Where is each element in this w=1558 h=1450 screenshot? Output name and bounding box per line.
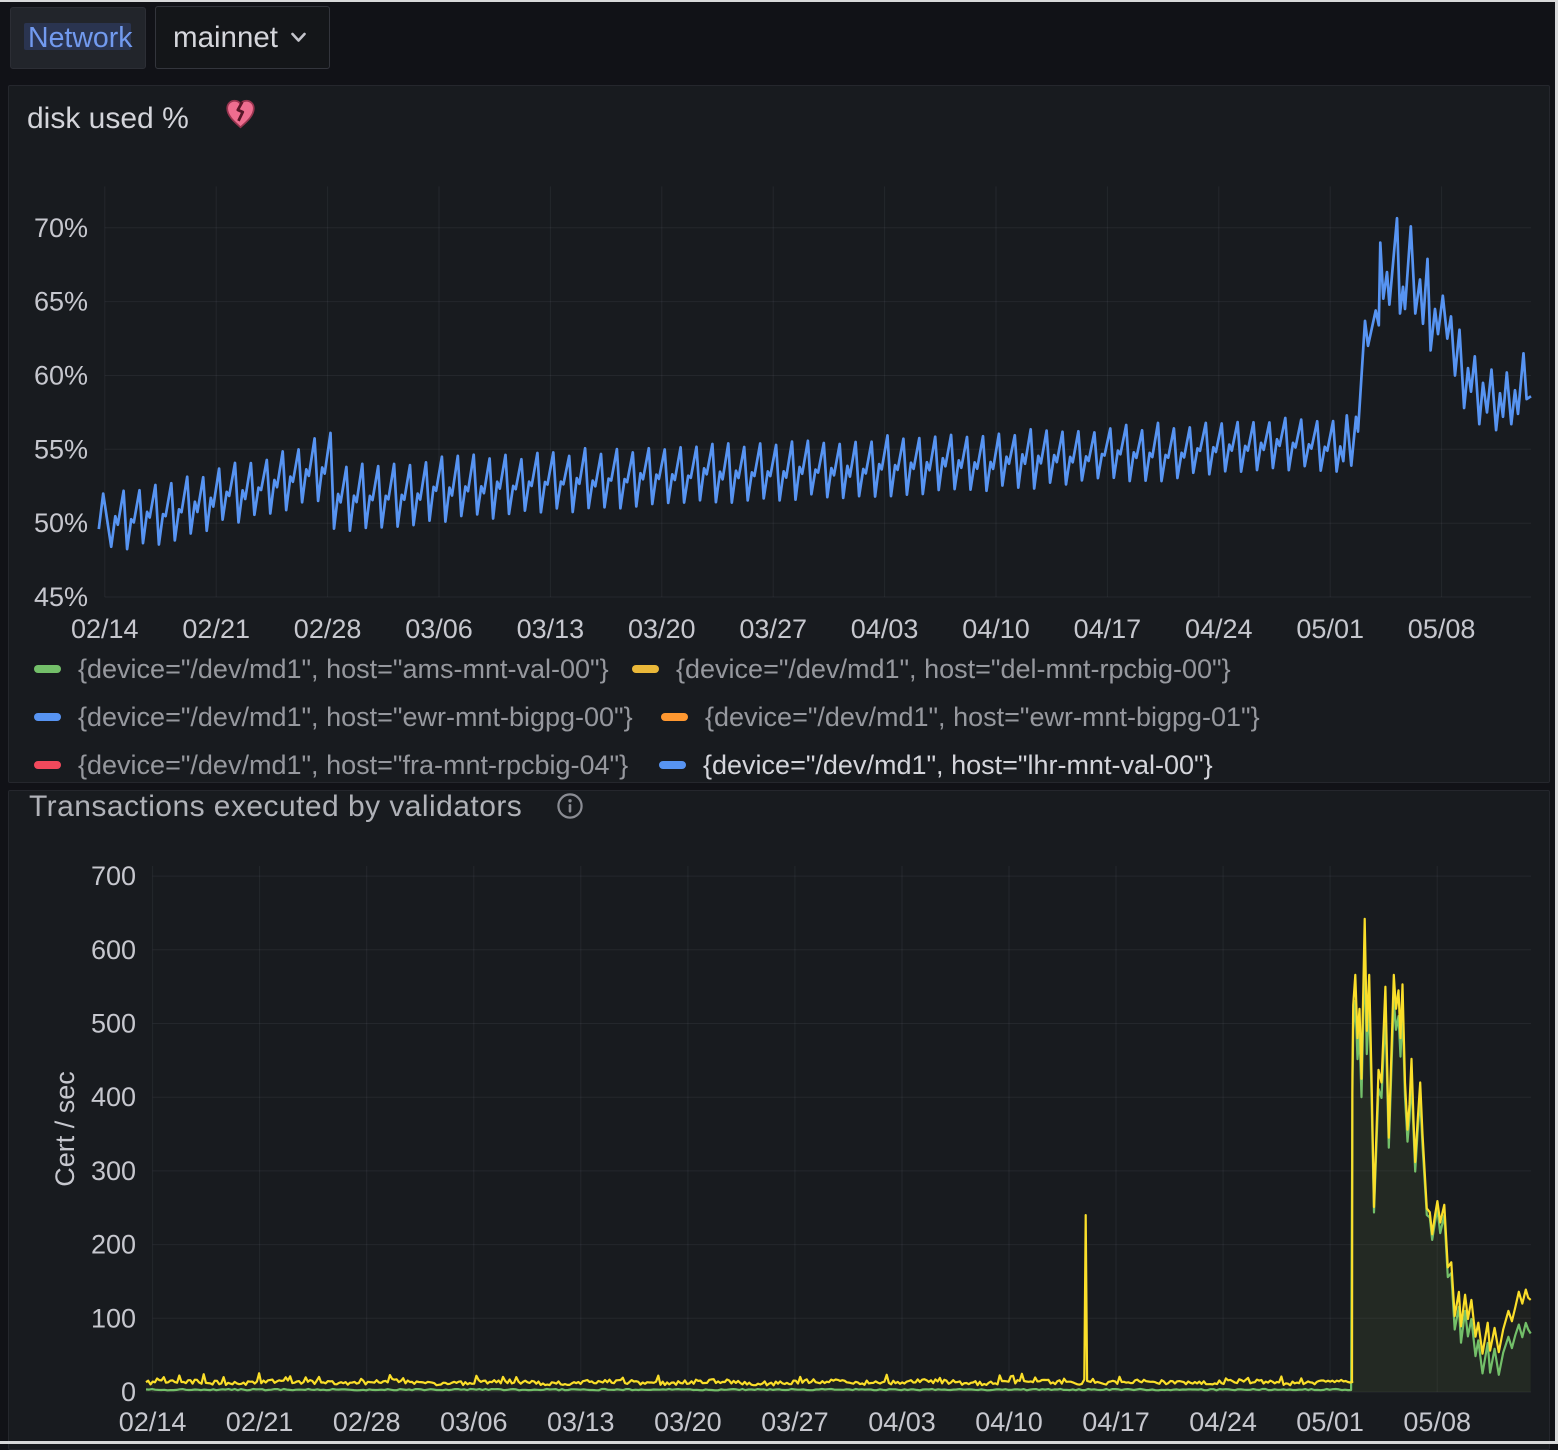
- svg-text:100: 100: [91, 1303, 136, 1333]
- svg-text:04/03: 04/03: [851, 614, 919, 644]
- svg-text:03/20: 03/20: [628, 614, 696, 644]
- svg-text:Cert / sec: Cert / sec: [50, 1071, 80, 1187]
- svg-text:04/03: 04/03: [868, 1407, 936, 1437]
- svg-text:400: 400: [91, 1082, 136, 1112]
- svg-text:02/28: 02/28: [333, 1407, 401, 1437]
- svg-text:03/13: 03/13: [547, 1407, 615, 1437]
- svg-text:03/27: 03/27: [761, 1407, 829, 1437]
- svg-text:500: 500: [91, 1009, 136, 1039]
- svg-text:55%: 55%: [34, 434, 88, 464]
- svg-text:04/24: 04/24: [1185, 614, 1253, 644]
- svg-text:03/06: 03/06: [405, 614, 473, 644]
- svg-text:05/08: 05/08: [1408, 614, 1476, 644]
- svg-text:04/24: 04/24: [1189, 1407, 1257, 1437]
- svg-text:02/28: 02/28: [294, 614, 362, 644]
- svg-text:04/17: 04/17: [1074, 614, 1142, 644]
- svg-text:03/27: 03/27: [739, 614, 807, 644]
- svg-text:700: 700: [91, 861, 136, 891]
- svg-text:05/01: 05/01: [1296, 614, 1364, 644]
- svg-text:45%: 45%: [34, 582, 88, 612]
- svg-text:05/08: 05/08: [1403, 1407, 1471, 1437]
- svg-text:02/14: 02/14: [71, 614, 139, 644]
- svg-text:04/10: 04/10: [975, 1407, 1043, 1437]
- svg-text:04/17: 04/17: [1082, 1407, 1150, 1437]
- svg-text:03/06: 03/06: [440, 1407, 508, 1437]
- svg-text:60%: 60%: [34, 361, 88, 391]
- svg-text:70%: 70%: [34, 213, 88, 243]
- svg-text:200: 200: [91, 1230, 136, 1260]
- svg-text:03/13: 03/13: [517, 614, 585, 644]
- svg-text:02/14: 02/14: [119, 1407, 187, 1437]
- svg-text:02/21: 02/21: [182, 614, 250, 644]
- svg-text:0: 0: [121, 1377, 136, 1407]
- svg-text:05/01: 05/01: [1296, 1407, 1364, 1437]
- svg-text:50%: 50%: [34, 508, 88, 538]
- svg-text:300: 300: [91, 1156, 136, 1186]
- svg-text:65%: 65%: [34, 287, 88, 317]
- svg-text:600: 600: [91, 935, 136, 965]
- svg-text:02/21: 02/21: [226, 1407, 294, 1437]
- svg-text:04/10: 04/10: [962, 614, 1030, 644]
- svg-text:03/20: 03/20: [654, 1407, 722, 1437]
